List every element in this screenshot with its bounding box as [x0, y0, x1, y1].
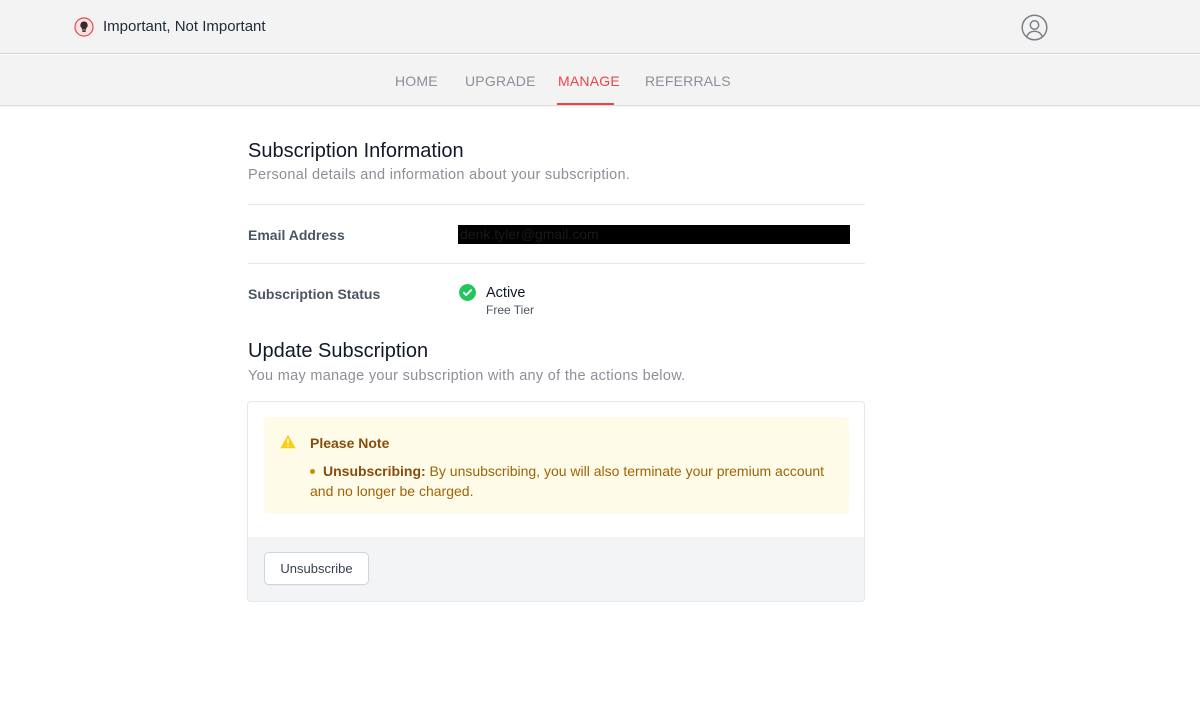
- update-subscription-panel: Please Note Unsubscribing: By unsubscrib…: [247, 401, 865, 602]
- warning-triangle-icon: [280, 434, 296, 449]
- divider: [248, 263, 865, 264]
- subscription-info-subtitle: Personal details and information about y…: [248, 167, 631, 183]
- tab-home[interactable]: HOME: [395, 73, 438, 89]
- lightbulb-logo-icon[interactable]: [74, 17, 94, 37]
- panel-actions: Unsubscribe: [248, 537, 864, 601]
- note-title: Please Note: [310, 435, 390, 451]
- bullet: [310, 468, 315, 474]
- subscription-info-title: Subscription Information: [248, 140, 464, 162]
- tab-upgrade[interactable]: UPGRADE: [465, 73, 536, 89]
- top-bar: Important, Not Important: [0, 0, 1200, 54]
- unsubscribe-button[interactable]: Unsubscribe: [264, 552, 369, 585]
- user-circle-icon[interactable]: [1021, 14, 1048, 41]
- brand-name[interactable]: Important, Not Important: [103, 18, 266, 35]
- tab-referrals[interactable]: REFERRALS: [645, 73, 731, 89]
- update-subscription-subtitle: You may manage your subscription with an…: [248, 368, 686, 384]
- note-alert: Please Note Unsubscribing: By unsubscrib…: [264, 417, 849, 514]
- email-value: denk.tyler@gmail.com: [458, 225, 850, 244]
- tab-manage[interactable]: MANAGE: [558, 73, 620, 89]
- status-value: Active: [486, 285, 526, 301]
- update-subscription-title: Update Subscription: [248, 340, 429, 362]
- subscription-tier: Free Tier: [486, 303, 535, 317]
- active-tab-indicator: [557, 103, 614, 105]
- note-item: Unsubscribing: By unsubscribing, you wil…: [310, 461, 835, 501]
- main-nav: HOME UPGRADE MANAGE REFERRALS: [0, 55, 1200, 106]
- status-label: Subscription Status: [248, 286, 381, 302]
- email-label: Email Address: [248, 227, 345, 243]
- note-item-bold: Unsubscribing:: [323, 463, 426, 479]
- divider: [248, 204, 865, 205]
- check-circle-icon: [459, 284, 476, 301]
